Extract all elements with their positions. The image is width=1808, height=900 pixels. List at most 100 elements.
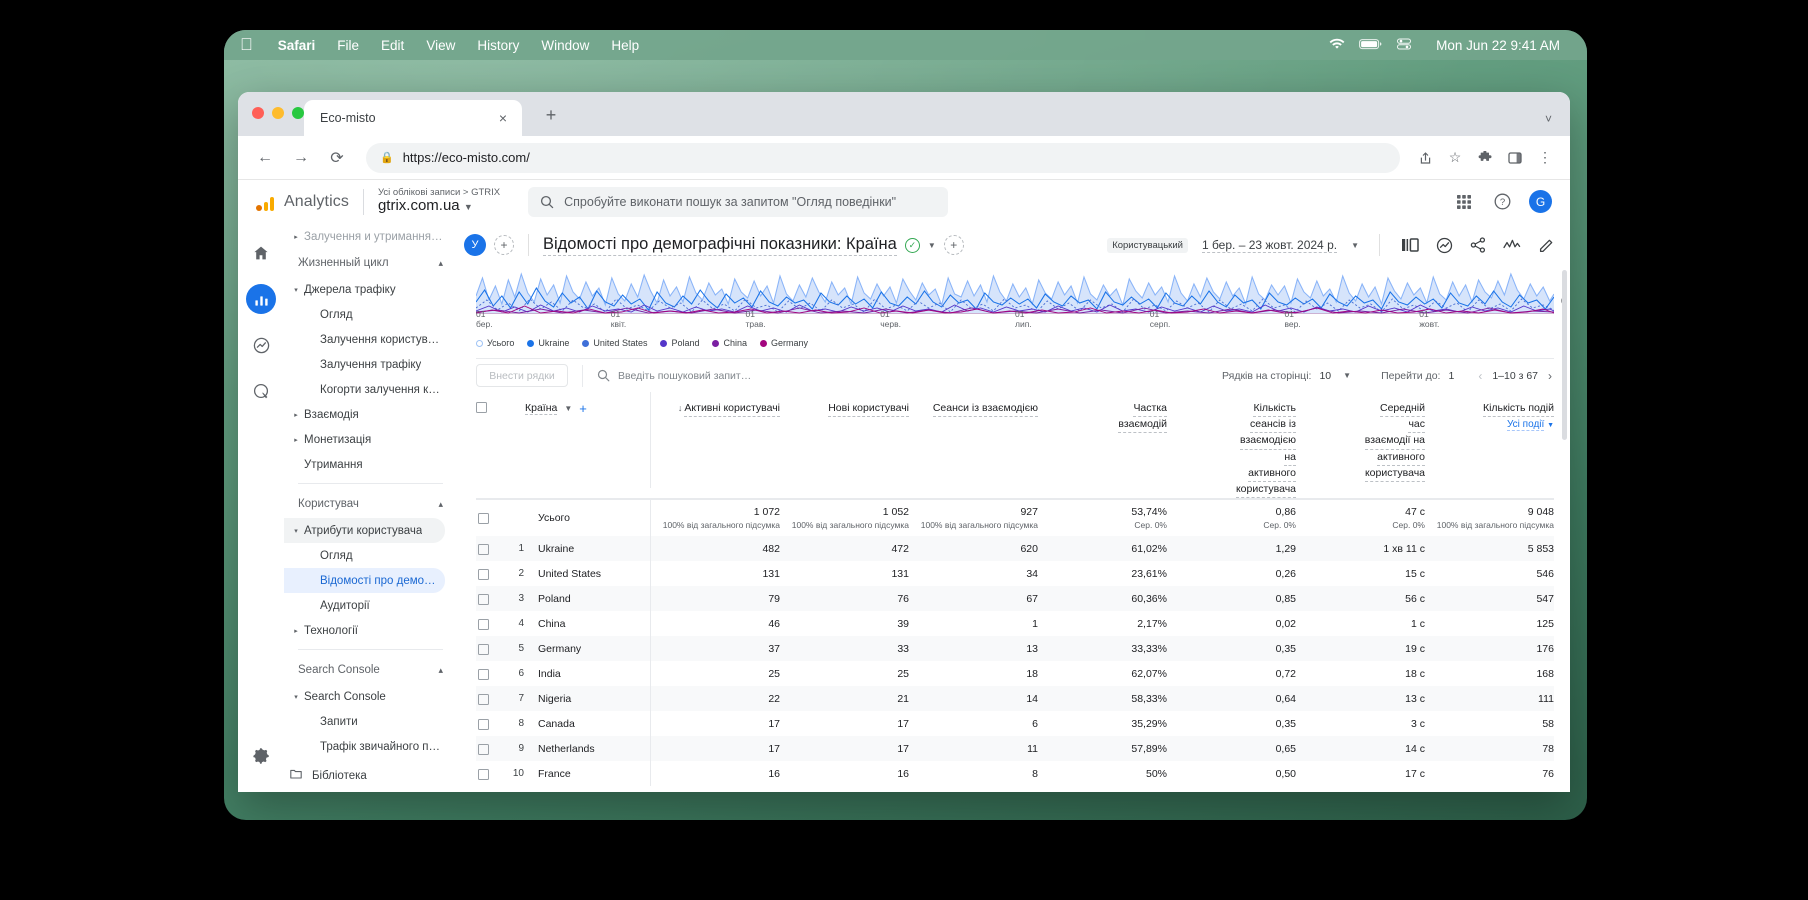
metric-header-cell[interactable]: Нові користувачі <box>780 392 909 498</box>
metric-header-cell[interactable]: Кількість подій Усі події ▼ <box>1425 392 1554 498</box>
menu-item-edit[interactable]: Edit <box>370 38 415 53</box>
table-row[interactable]: 10 France 16 16 8 50% 0,50 17 с 76 <box>476 761 1554 787</box>
share-icon[interactable] <box>1412 145 1438 171</box>
row-checkbox[interactable] <box>478 513 489 525</box>
new-tab-button[interactable]: + <box>538 102 564 128</box>
row-checkbox[interactable] <box>478 743 489 755</box>
minimize-window-button[interactable] <box>272 107 284 119</box>
table-row[interactable]: 3 Poland 79 76 67 60,36% 0,85 56 с 547 <box>476 586 1554 612</box>
reload-button[interactable]: ⟳ <box>322 143 352 173</box>
chevron-down-icon[interactable]: ˅ <box>1545 112 1552 126</box>
trend-icon[interactable] <box>1502 235 1522 255</box>
metric-header-cell[interactable]: Середній час взаємодії на активного користув… <box>1296 392 1425 498</box>
table-row[interactable]: 2 United States 131 131 34 23,61% 0,26 15 с 546 <box>476 561 1554 587</box>
legend-item[interactable]: China <box>712 338 747 348</box>
add-dimension-icon[interactable]: + <box>579 401 587 416</box>
nav-item-retention[interactable]: Утримання <box>284 452 453 477</box>
chevron-down-icon[interactable]: ▼ <box>1351 241 1359 250</box>
rail-admin-gear-icon[interactable] <box>246 740 276 770</box>
nav-item-acquisition-cohorts[interactable]: Когорти залучення корис... <box>284 377 453 402</box>
legend-item[interactable]: Ukraine <box>527 338 569 348</box>
maximize-window-button[interactable] <box>292 107 304 119</box>
table-row[interactable]: 4 China 46 39 1 2,17% 0,02 1 с 125 <box>476 611 1554 637</box>
rail-reports-icon[interactable] <box>246 284 276 314</box>
dimension-selector[interactable]: Країна ▼ + <box>525 401 587 416</box>
metric-header-cell[interactable]: Кількість сеансів із взаємодією на активного… <box>1167 392 1296 499</box>
compare-icon[interactable] <box>1400 235 1420 255</box>
forward-button[interactable]: → <box>286 143 316 173</box>
menu-item-safari[interactable]: Safari <box>267 38 327 53</box>
comparison-type-chip[interactable]: Користувацький <box>1107 237 1188 253</box>
insights-icon[interactable] <box>1434 235 1454 255</box>
menu-item-file[interactable]: File <box>326 38 370 53</box>
nav-item-acquisition-overview[interactable]: Огляд <box>284 302 453 327</box>
legend-item[interactable]: Germany <box>760 338 808 348</box>
rail-explore-icon[interactable] <box>246 330 276 360</box>
row-checkbox[interactable] <box>478 718 489 730</box>
select-all-checkbox[interactable] <box>476 402 487 413</box>
legend-item[interactable]: Усього <box>476 338 514 348</box>
wifi-icon[interactable] <box>1329 38 1345 53</box>
control-center-icon[interactable] <box>1397 38 1412 53</box>
table-row[interactable]: 5 Germany 37 33 13 33,33% 0,35 19 с 176 <box>476 636 1554 662</box>
chevron-down-icon[interactable]: ▼ <box>928 241 936 250</box>
global-search-input[interactable]: Спробуйте виконати пошук за запитом "Огл… <box>528 186 949 217</box>
row-checkbox[interactable] <box>478 643 489 655</box>
nav-item-user-acquisition[interactable]: Залучення користувачів <box>284 327 453 352</box>
table-row[interactable]: 9 Netherlands 17 17 11 57,89% 0,65 14 с 78 <box>476 736 1554 762</box>
battery-icon[interactable] <box>1359 38 1383 53</box>
add-dimension-button[interactable]: + <box>943 235 964 255</box>
timeseries-chart[interactable]: 0 01бер.01квіт.01трав.01черв.01лип.01сер… <box>454 266 1570 336</box>
table-search-input[interactable]: Введіть пошуковий запит… <box>597 369 1222 382</box>
edit-icon[interactable] <box>1536 235 1556 255</box>
nav-item-queries[interactable]: Запити <box>284 709 453 734</box>
metric-header-cell[interactable]: Частка взаємодій <box>1038 392 1167 498</box>
menu-item-history[interactable]: History <box>466 38 530 53</box>
nav-section-user[interactable]: Користувач ▴ <box>284 490 453 518</box>
browser-menu-icon[interactable]: ⋮ <box>1532 145 1558 171</box>
comparison-badge[interactable]: У <box>464 234 486 256</box>
menu-item-view[interactable]: View <box>415 38 466 53</box>
extensions-puzzle-icon[interactable] <box>1472 145 1498 171</box>
help-icon[interactable]: ? <box>1491 191 1513 213</box>
nav-section-lifecycle[interactable]: Жизненный цикл ▴ <box>284 249 453 277</box>
add-comparison-button[interactable]: + <box>494 235 514 255</box>
menu-bar-clock[interactable]: Mon Jun 22 9:41 AM <box>1425 38 1571 53</box>
apple-logo-icon[interactable]:  <box>240 36 253 53</box>
menu-item-window[interactable]: Window <box>530 38 600 53</box>
row-checkbox[interactable] <box>478 543 489 555</box>
row-checkbox[interactable] <box>478 618 489 630</box>
row-checkbox[interactable] <box>478 768 489 780</box>
row-checkbox[interactable] <box>478 593 489 605</box>
next-page-button[interactable]: › <box>1546 369 1554 383</box>
nav-item-audiences[interactable]: Аудиторії <box>284 593 453 618</box>
bookmark-star-icon[interactable]: ☆ <box>1442 145 1468 171</box>
rail-advertising-icon[interactable] <box>246 376 276 406</box>
legend-item[interactable]: United States <box>582 338 647 348</box>
back-button[interactable]: ← <box>250 143 280 173</box>
table-row[interactable]: 7 Nigeria 22 21 14 58,33% 0,64 13 с 111 <box>476 686 1554 712</box>
nav-item-search-console[interactable]: ▾ Search Console <box>284 684 453 709</box>
row-checkbox[interactable] <box>478 668 489 680</box>
nav-section-search-console[interactable]: Search Console ▴ <box>284 656 453 684</box>
metric-subselect[interactable]: Усі події ▼ <box>1425 419 1554 432</box>
user-avatar[interactable]: G <box>1529 190 1552 213</box>
date-range-selector[interactable]: 1 бер. – 23 жовт. 2024 р. <box>1201 238 1338 253</box>
metric-header-cell[interactable]: Сеанси із взаємодією <box>909 392 1038 498</box>
table-row[interactable]: 6 India 25 25 18 62,07% 0,72 18 с 168 <box>476 661 1554 687</box>
insert-rows-button[interactable]: Внести рядки <box>476 364 568 387</box>
rail-home-icon[interactable] <box>246 238 276 268</box>
menu-item-help[interactable]: Help <box>600 38 650 53</box>
metric-header-cell[interactable]: ↓ Активні користувачі <box>651 392 780 498</box>
goto-page-value[interactable]: 1 <box>1448 370 1454 382</box>
nav-item-engagement[interactable]: ▸ Взаємодія <box>284 402 453 427</box>
close-window-button[interactable] <box>252 107 264 119</box>
row-checkbox[interactable] <box>478 568 489 580</box>
nav-item-library[interactable]: Бібліотека <box>284 763 453 788</box>
nav-item-monetization[interactable]: ▸ Монетизація <box>284 427 453 452</box>
address-bar[interactable]: 🔒 https://eco-misto.com/ <box>366 142 1400 173</box>
share-icon[interactable] <box>1468 235 1488 255</box>
row-checkbox[interactable] <box>478 693 489 705</box>
nav-item-user-attributes[interactable]: ▾ Атрибути користувача <box>284 518 445 543</box>
table-row[interactable]: 8 Canada 17 17 6 35,29% 0,35 3 с 58 <box>476 711 1554 737</box>
